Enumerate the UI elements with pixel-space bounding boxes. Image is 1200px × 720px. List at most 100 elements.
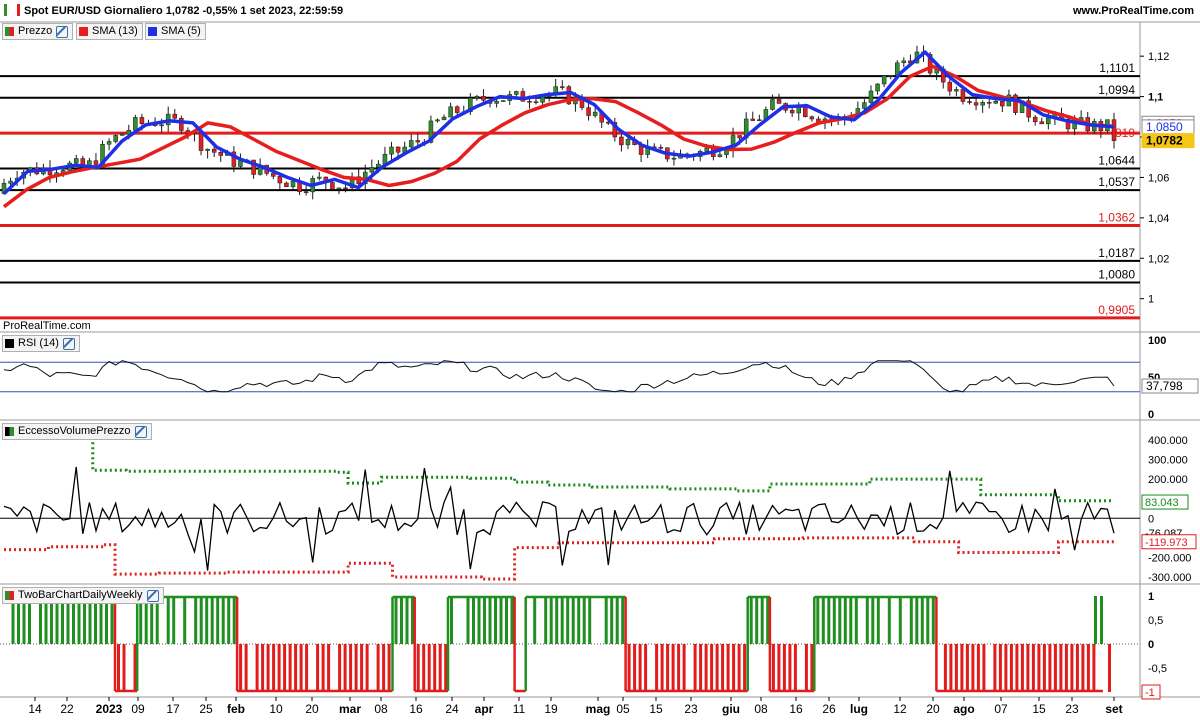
x-tick-label: 16 [409, 702, 423, 716]
x-tick-label: mar [339, 702, 361, 716]
tag-rsi[interactable]: RSI (14) [2, 335, 80, 352]
tbc-bar-up [499, 596, 503, 644]
evp-tick-label: -200.000 [1148, 552, 1191, 564]
tbc-bar-up [876, 596, 880, 644]
candle-body [1039, 121, 1045, 125]
candle-body [8, 180, 13, 184]
x-tick-label: 2023 [96, 702, 123, 716]
sma5-last-label: 1,0850 [1146, 120, 1183, 134]
chart-title: Spot EUR/USD Giornaliero 1,0782 -0,55% 1… [4, 0, 343, 22]
candle-body [993, 100, 999, 104]
candle-body [875, 83, 880, 92]
wrench-icon[interactable] [146, 589, 159, 602]
tbc-bar-down [693, 644, 697, 692]
rsi-tick-label: 0 [1148, 409, 1154, 421]
tbc-bar-down [327, 644, 331, 692]
tag-tbc[interactable]: TwoBarChartDailyWeekly [2, 587, 164, 604]
price-tick-label: 1,04 [1148, 213, 1169, 225]
tbc-bar-up [227, 596, 231, 644]
wrench-icon[interactable] [134, 425, 147, 438]
candle-body [717, 154, 723, 157]
candle-body [888, 75, 893, 77]
tbc-bar-down [1070, 644, 1074, 692]
tbc-swatch [5, 591, 14, 600]
tbc-bar-down [633, 644, 637, 692]
tbc-bar-up [450, 596, 453, 644]
tbc-bar-down [438, 644, 442, 692]
x-tick-label: 12 [893, 702, 907, 716]
candle-body [343, 187, 348, 190]
candle-body [481, 96, 486, 101]
tbc-bar-down [1020, 644, 1024, 692]
candle-body [454, 106, 460, 113]
candle-body [408, 140, 414, 148]
candle-body [474, 96, 480, 99]
tbc-bar-up [588, 596, 592, 644]
tbc-bar-down [422, 644, 426, 692]
tbc-bar-down [793, 644, 797, 692]
tbc-bar-down [1092, 644, 1096, 692]
candle-body [277, 176, 283, 184]
candle-body [159, 124, 164, 127]
tbc-bar-down [721, 644, 725, 692]
tbc-bar-down [382, 644, 386, 692]
wrench-icon[interactable] [62, 337, 75, 350]
tbc-bar-down [365, 644, 369, 692]
tbc-bar-down [1004, 644, 1008, 692]
candle-body [317, 176, 322, 179]
tag-sma13[interactable]: SMA (13) [76, 23, 143, 40]
tbc-bar-up [566, 596, 570, 644]
level-label: 1,0994 [1098, 83, 1135, 97]
tbc-bar-down [416, 644, 420, 692]
tbc-bar-down [321, 644, 325, 692]
x-tick-label: 19 [544, 702, 558, 716]
tbc-bar-up [582, 596, 586, 644]
tbc-bar-up [505, 596, 508, 644]
chart-canvas[interactable]: 1,121,11,081,061,041,0211,11011,09941,06… [0, 0, 1200, 720]
tbc-bar-down [239, 644, 243, 692]
level-label: 1,0362 [1098, 211, 1135, 225]
candle-body [986, 102, 992, 104]
x-tick-label: 05 [616, 702, 630, 716]
candle-body [113, 135, 118, 142]
tbc-bar-down [810, 644, 814, 692]
tbc-bar-down [954, 644, 958, 692]
tag-evp[interactable]: EccessoVolumePrezzo [2, 423, 152, 440]
tbc-bar-down [949, 644, 953, 692]
tbc-bar-up [560, 596, 564, 644]
tbc-bar-down [1037, 644, 1041, 692]
tbc-bar-down [305, 644, 309, 692]
tbc-bar-down [1086, 644, 1090, 692]
tbc-bar-up [854, 596, 858, 644]
tbc-bar-up [466, 596, 470, 644]
tbc-lower-label: -1 [1145, 687, 1155, 699]
watermark: ProRealTime.com [3, 320, 91, 332]
x-tick-label: 11 [513, 702, 526, 716]
tag-sma5[interactable]: SMA (5) [145, 23, 206, 40]
candle-body [119, 133, 125, 136]
wrench-icon[interactable] [56, 25, 69, 38]
tbc-bar-up [871, 596, 875, 644]
candle-body [592, 111, 598, 116]
tbc-bar-down [376, 644, 380, 692]
candle-body [106, 141, 112, 145]
price-tick-label: 1,12 [1148, 51, 1169, 63]
candle-icon [5, 27, 14, 36]
evp-tick-label: 400.000 [1148, 435, 1188, 447]
tbc-bar-up [555, 596, 559, 644]
x-tick-label: 24 [445, 702, 459, 716]
tbc-bar-up [755, 596, 759, 644]
level-label: 1,0644 [1098, 154, 1135, 168]
x-tick-label: 08 [374, 702, 388, 716]
tag-prezzo[interactable]: Prezzo [2, 23, 74, 40]
evp-upper-label: 83.043 [1145, 497, 1179, 509]
candle-body [658, 147, 664, 149]
sma5-swatch [148, 27, 157, 36]
tbc-bar-up [232, 596, 236, 644]
tbc-bar-down [782, 644, 786, 692]
tbc-bar-up [533, 596, 537, 644]
tbc-bar-down [1015, 644, 1019, 692]
tbc-bar-up [843, 596, 847, 644]
tbc-bar-up [221, 596, 225, 644]
tbc-bar-down [1048, 644, 1052, 692]
